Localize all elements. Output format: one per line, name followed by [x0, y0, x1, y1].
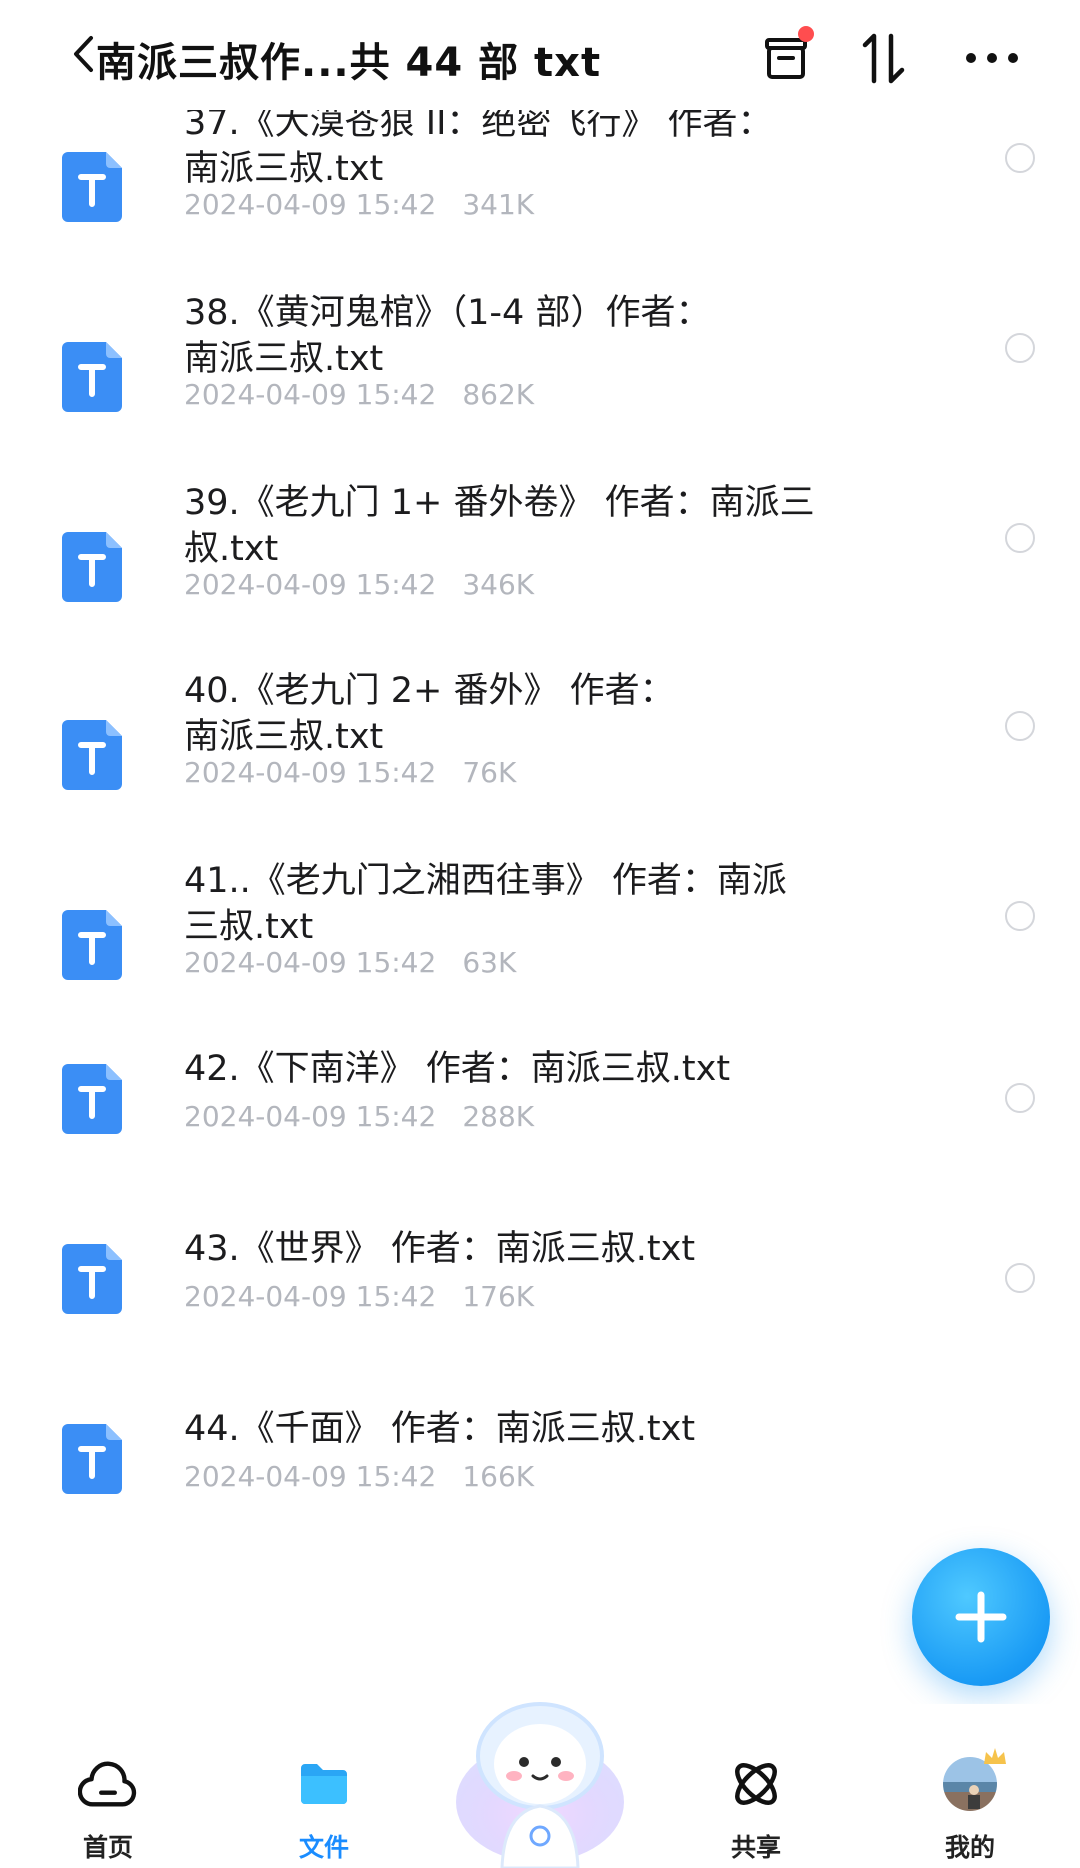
nav-files-label: 文件 — [298, 1833, 349, 1862]
crown-icon — [984, 1748, 1006, 1764]
avatar — [940, 1748, 1006, 1814]
nav-home[interactable]: 首页 — [48, 1704, 168, 1868]
file-name: 43.《世界》 作者：南派三叔.txt — [184, 1229, 696, 1269]
file-name: 38.《黄河鬼棺》（1-4 部）作者： 南派三叔.txt — [184, 293, 711, 379]
cloud-icon — [78, 1761, 137, 1807]
file-meta: 2024-04-09 15:42 76K — [184, 756, 517, 789]
txt-file-icon — [62, 910, 122, 980]
nav-home-label: 首页 — [82, 1833, 133, 1862]
file-row[interactable]: 42.《下南洋》 作者：南派三叔.txt 2024-04-09 15:42 288… — [0, 1046, 1080, 1196]
file-meta: 2024-04-09 15:42 862K — [184, 378, 535, 411]
file-row[interactable]: 41..《老九门之湘西往事》 作者：南派 三叔.txt 2024-04-09 15… — [0, 858, 1080, 1058]
select-radio[interactable] — [1005, 143, 1035, 173]
txt-file-icon — [62, 1244, 122, 1314]
select-radio[interactable] — [1005, 523, 1035, 553]
file-meta: 2024-04-09 15:42 346K — [184, 568, 535, 601]
file-name: 40.《老九门 2+ 番外》 作者： 南派三叔.txt — [184, 671, 675, 757]
mascot-assistant[interactable] — [446, 1694, 634, 1868]
sort-icon — [862, 33, 905, 84]
file-name: 42.《下南洋》 作者：南派三叔.txt — [184, 1049, 731, 1089]
more-button[interactable] — [962, 28, 1022, 88]
plus-icon — [955, 1591, 1007, 1643]
folder-icon — [301, 1764, 347, 1804]
file-meta: 2024-04-09 15:42 341K — [184, 188, 535, 221]
file-name: 41..《老九门之湘西往事》 作者：南派 三叔.txt — [184, 861, 787, 947]
nav-mine-label: 我的 — [944, 1833, 995, 1862]
file-row[interactable]: 38.《黄河鬼棺》（1-4 部）作者： 南派三叔.txt 2024-04-09 1… — [0, 290, 1080, 490]
nav-mine[interactable]: 我的 — [910, 1704, 1030, 1868]
file-meta: 2024-04-09 15:42 288K — [184, 1100, 535, 1133]
more-icon — [966, 53, 1018, 63]
top-bar: 南派三叔作...共 44 部 txt — [0, 0, 1080, 110]
select-radio[interactable] — [1005, 901, 1035, 931]
txt-file-icon — [62, 532, 122, 602]
share-orbit-icon — [735, 1763, 777, 1805]
file-meta: 2024-04-09 15:42 166K — [184, 1460, 535, 1493]
select-radio[interactable] — [1005, 1083, 1035, 1113]
file-name: 44.《千面》 作者：南派三叔.txt — [184, 1409, 696, 1449]
nav-files[interactable]: 文件 — [264, 1704, 384, 1868]
txt-file-icon — [62, 1424, 122, 1494]
sort-button[interactable] — [854, 28, 914, 88]
txt-file-icon — [62, 152, 122, 222]
txt-file-icon — [62, 342, 122, 412]
select-radio[interactable] — [1005, 711, 1035, 741]
file-name: 37.《大漠苍狼 II：绝密飞行》 作者： 南派三叔.txt — [184, 103, 773, 189]
txt-file-icon — [62, 720, 122, 790]
select-radio[interactable] — [1005, 1263, 1035, 1293]
file-row[interactable]: 40.《老九门 2+ 番外》 作者： 南派三叔.txt 2024-04-09 15… — [0, 668, 1080, 868]
file-meta: 2024-04-09 15:42 176K — [184, 1280, 535, 1313]
nav-share-label: 共享 — [730, 1833, 781, 1862]
nav-share[interactable]: 共享 — [696, 1704, 816, 1868]
select-radio[interactable] — [1005, 333, 1035, 363]
file-row[interactable]: 37.《大漠苍狼 II：绝密飞行》 作者： 南派三叔.txt 2024-04-09… — [0, 100, 1080, 300]
txt-file-icon — [62, 1064, 122, 1134]
file-row[interactable]: 43.《世界》 作者：南派三叔.txt 2024-04-09 15:42 176K — [0, 1226, 1080, 1376]
page-title: 南派三叔作...共 44 部 txt — [96, 40, 602, 86]
notification-dot — [798, 26, 814, 42]
back-button[interactable] — [66, 30, 100, 78]
back-icon — [74, 36, 93, 72]
add-button[interactable] — [912, 1548, 1050, 1686]
file-meta: 2024-04-09 15:42 63K — [184, 946, 517, 979]
file-name: 39.《老九门 1+ 番外卷》 作者：南派三 叔.txt — [184, 483, 815, 569]
file-row[interactable]: 44.《千面》 作者：南派三叔.txt 2024-04-09 15:42 166K — [0, 1406, 1080, 1556]
file-row[interactable]: 39.《老九门 1+ 番外卷》 作者：南派三 叔.txt 2024-04-09 1… — [0, 480, 1080, 680]
archive-button[interactable] — [756, 26, 816, 88]
